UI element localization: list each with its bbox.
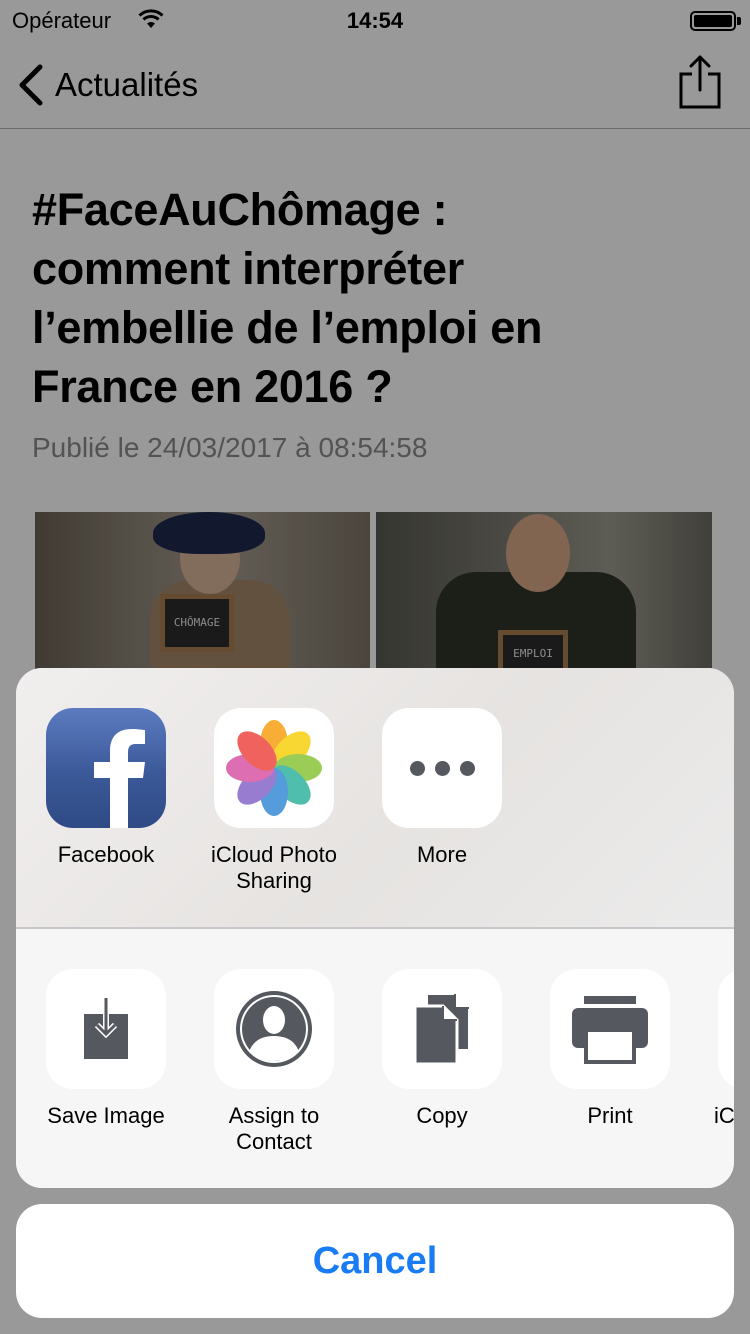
facebook-icon[interactable] (46, 708, 166, 828)
print-icon[interactable] (550, 969, 670, 1089)
share-app-label-icloud: iCloud Photo Sharing (211, 842, 337, 893)
cancel-button[interactable]: Cancel (16, 1204, 734, 1318)
share-actions-row: Save Image Assign to Contact Copy Print … (16, 929, 734, 1188)
save-image-icon[interactable] (46, 969, 166, 1089)
contact-icon[interactable] (214, 969, 334, 1089)
share-sheet: Facebook iCloud Photo Sharing More Save … (16, 668, 734, 1188)
photos-icon[interactable] (214, 708, 334, 828)
action-label-assign-contact: Assign to Contact (228, 1103, 320, 1154)
action-label-print: Print (587, 1103, 633, 1128)
share-app-label-facebook: Facebook (57, 842, 155, 867)
share-app-label-more: More (416, 842, 468, 867)
more-dots-icon[interactable] (382, 708, 502, 828)
action-label-save-image: Save Image (47, 1103, 165, 1128)
share-apps-row: Facebook iCloud Photo Sharing More (16, 668, 734, 928)
copy-icon[interactable] (382, 969, 502, 1089)
partial-action-icon[interactable] (718, 969, 734, 1089)
action-label-partial: iC (714, 1103, 734, 1128)
action-label-copy: Copy (416, 1103, 468, 1128)
